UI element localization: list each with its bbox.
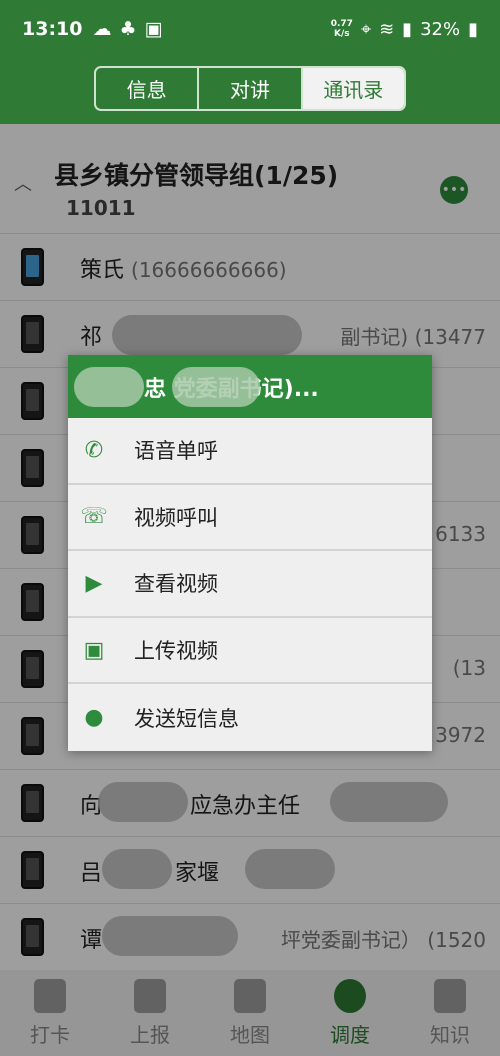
tab-contacts[interactable]: 通讯录 (302, 68, 404, 109)
menu-view-video[interactable]: ▶ 查看视频 (68, 551, 432, 618)
tree-icon: ♣ (119, 18, 137, 40)
redaction-blur (172, 367, 260, 407)
battery-icon: ▮ (468, 18, 478, 40)
network-speed: 0.77 K/s (330, 19, 353, 39)
nav-dim-overlay (0, 970, 500, 1056)
weather-icon: ☁ (92, 18, 112, 40)
dialog-title: 忠 党委副书记)... (68, 355, 432, 418)
video-call-icon: ☏ (80, 504, 108, 530)
menu-video-call[interactable]: ☏ 视频呼叫 (68, 484, 432, 552)
upload-video-icon: ▣ (83, 637, 105, 663)
status-bar: 13:10 ☁ ♣ ▣ 0.77 K/s ⌖ ≋ ▮ 32% ▮ (0, 0, 500, 58)
location-icon: ⌖ (360, 18, 372, 40)
wifi-icon: ≋ (379, 18, 395, 40)
contact-action-dialog: 忠 党委副书记)... ✆ 语音单呼 ☏ 视频呼叫 ▶ 查看视频 ▣ 上传视频 … (68, 355, 432, 751)
menu-send-sms[interactable]: ● 发送短信息 (68, 684, 432, 751)
status-time: 13:10 (22, 18, 83, 40)
menu-voice-call[interactable]: ✆ 语音单呼 (68, 418, 432, 485)
battery-text: 32% (420, 18, 461, 40)
camera-icon: ▶ (85, 570, 103, 596)
tab-intercom[interactable]: 对讲 (199, 68, 303, 109)
image-icon: ▣ (144, 18, 163, 40)
chat-bubble-icon: ● (84, 705, 104, 731)
signal-icon: ▮ (402, 18, 413, 40)
segmented-tabs: 信息 对讲 通讯录 (94, 66, 406, 111)
menu-upload-video[interactable]: ▣ 上传视频 (68, 617, 432, 685)
tab-info[interactable]: 信息 (96, 68, 200, 109)
redaction-blur (74, 367, 144, 407)
phone-icon: ✆ (84, 437, 104, 463)
app-header: 信息 对讲 通讯录 (0, 58, 500, 124)
